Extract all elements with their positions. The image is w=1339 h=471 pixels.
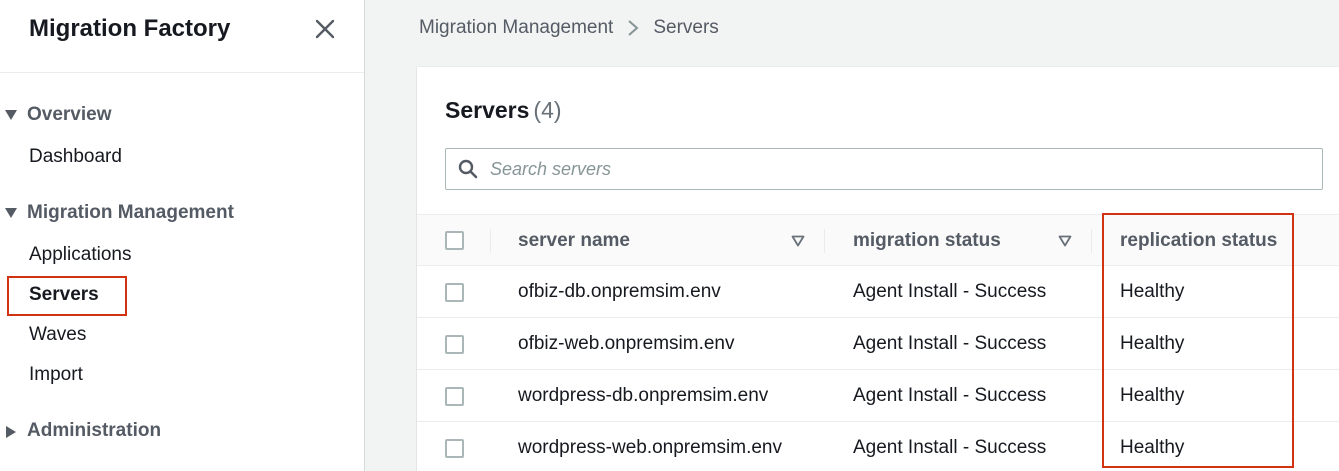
column-header-server-name[interactable]: server name: [518, 215, 630, 267]
close-icon[interactable]: [312, 16, 338, 42]
nav-section-migration-management[interactable]: Migration Management: [0, 202, 234, 224]
nav-section-label: Overview: [27, 104, 112, 125]
chevron-right-icon: [627, 19, 639, 37]
column-divider: [490, 229, 491, 253]
cell-server-name: ofbiz-web.onpremsim.env: [518, 333, 735, 354]
search-icon: [446, 159, 490, 179]
column-divider: [1091, 229, 1092, 253]
item-count: (4): [533, 97, 562, 123]
row-checkbox[interactable]: [445, 283, 464, 302]
nav-section-administration[interactable]: Administration: [0, 420, 161, 442]
sort-down-icon[interactable]: [1058, 235, 1072, 247]
highlight-box-replication-status: [1102, 213, 1294, 468]
cell-migration-status: Agent Install - Success: [853, 333, 1047, 354]
sidebar-item-applications[interactable]: Applications: [29, 244, 131, 266]
breadcrumb: Migration Management Servers: [419, 17, 719, 39]
sidebar-header: Migration Factory: [0, 0, 364, 73]
nav-section-label: Migration Management: [27, 202, 234, 223]
cell-server-name: ofbiz-db.onpremsim.env: [518, 281, 721, 302]
cell-migration-status: Agent Install - Success: [853, 281, 1047, 302]
caret-down-icon: [0, 206, 27, 220]
breadcrumb-link-migration-management[interactable]: Migration Management: [419, 17, 613, 39]
caret-down-icon: [0, 108, 27, 122]
sidebar-item-import[interactable]: Import: [29, 364, 83, 386]
sort-down-icon[interactable]: [791, 235, 805, 247]
breadcrumb-current: Servers: [653, 17, 719, 38]
column-divider: [824, 229, 825, 253]
nav-section-label: Administration: [27, 420, 162, 441]
row-checkbox[interactable]: [445, 439, 464, 458]
select-all-checkbox[interactable]: [445, 231, 464, 250]
side-navigation: Migration Factory Overview Dashboard Mig…: [0, 0, 365, 471]
sidebar-item-waves[interactable]: Waves: [29, 324, 86, 346]
search-input[interactable]: [490, 158, 1290, 180]
row-checkbox[interactable]: [445, 387, 464, 406]
sidebar-title: Migration Factory: [29, 15, 231, 42]
cell-server-name: wordpress-web.onpremsim.env: [518, 437, 782, 458]
highlight-box-servers: [7, 276, 127, 316]
panel-title-text: Servers: [445, 97, 530, 123]
row-checkbox[interactable]: [445, 335, 464, 354]
search-box[interactable]: [445, 148, 1323, 190]
nav-section-overview[interactable]: Overview: [0, 104, 112, 126]
cell-migration-status: Agent Install - Success: [853, 437, 1047, 458]
cell-migration-status: Agent Install - Success: [853, 385, 1047, 406]
cell-server-name: wordpress-db.onpremsim.env: [518, 385, 769, 406]
sidebar-item-dashboard[interactable]: Dashboard: [29, 146, 122, 168]
column-header-migration-status[interactable]: migration status: [853, 215, 1001, 267]
page-title: Servers (4): [445, 97, 562, 124]
caret-right-icon: [0, 424, 27, 438]
